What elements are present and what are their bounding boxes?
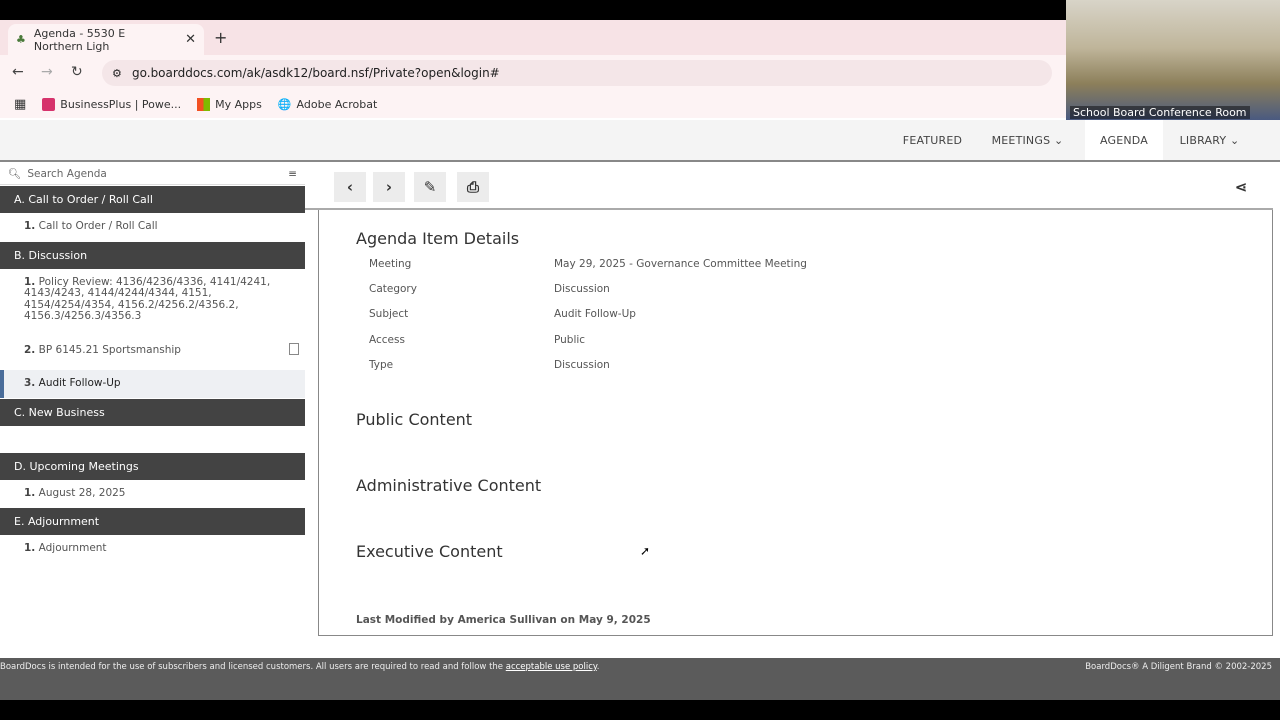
zoom-video-thumbnail: School Board Conference Room bbox=[1066, 0, 1280, 120]
item-toolbar: ‹ › ✎ ⎙ ⋖ bbox=[305, 163, 1273, 210]
detail-row-category: Category Discussion bbox=[369, 283, 610, 295]
agenda-item[interactable]: 1. Policy Review: 4136/4236/4336, 4141/4… bbox=[0, 269, 305, 337]
agenda-item[interactable]: 1. August 28, 2025 bbox=[0, 480, 305, 508]
previous-button[interactable]: ‹ bbox=[334, 172, 366, 202]
bookmark-my-apps[interactable]: My Apps bbox=[197, 97, 262, 111]
search-icon: 🔍︎ bbox=[8, 168, 22, 180]
detail-row-meeting: Meeting May 29, 2025 - Governance Committ… bbox=[369, 258, 807, 270]
nav-agenda[interactable]: AGENDA bbox=[1085, 120, 1163, 160]
section-e[interactable]: E. Adjournment bbox=[0, 508, 305, 535]
detail-row-access: Access Public bbox=[369, 334, 586, 346]
reload-icon[interactable]: ↻ bbox=[71, 64, 83, 80]
section-a[interactable]: A. Call to Order / Roll Call bbox=[0, 186, 305, 213]
printer-icon: ⎙ bbox=[466, 178, 479, 196]
print-button[interactable]: ⎙ bbox=[457, 172, 489, 202]
next-button[interactable]: › bbox=[373, 172, 405, 202]
url-text: go.boarddocs.com/ak/asdk12/board.nsf/Pri… bbox=[132, 66, 500, 80]
bookmarks-bar: ▦ BusinessPlus | Powe... My Apps 🌐 Adobe … bbox=[0, 90, 1066, 118]
section-b[interactable]: B. Discussion bbox=[0, 241, 305, 269]
bookmark-adobe-acrobat[interactable]: 🌐 Adobe Acrobat bbox=[278, 98, 377, 111]
share-button[interactable]: ⋖ bbox=[1225, 172, 1257, 202]
share-icon: ⋖ bbox=[1234, 178, 1248, 196]
businessplus-icon bbox=[42, 97, 56, 111]
back-icon[interactable]: ← bbox=[12, 64, 24, 80]
agenda-sidebar: 🔍︎ Search Agenda ≡ A. Call to Order / Ro… bbox=[0, 163, 305, 583]
document-icon[interactable] bbox=[289, 342, 299, 355]
tab-title: Agenda - 5530 E Northern Ligh bbox=[33, 26, 126, 53]
agenda-item[interactable]: 2. BP 6145.21 Sportsmanship bbox=[0, 337, 305, 371]
section-c[interactable]: C. New Business bbox=[0, 398, 305, 426]
public-content-heading: Public Content bbox=[356, 410, 473, 429]
search-agenda-input[interactable]: 🔍︎ Search Agenda ≡ bbox=[0, 163, 305, 185]
new-tab-button[interactable]: + bbox=[214, 28, 227, 47]
pencil-icon: ✎ bbox=[423, 178, 437, 196]
administrative-content-heading: Administrative Content bbox=[356, 476, 542, 495]
bookmark-businessplus[interactable]: BusinessPlus | Powe... bbox=[42, 97, 181, 111]
menu-icon[interactable]: ≡ bbox=[288, 168, 297, 180]
detail-row-subject: Subject Audit Follow-Up bbox=[369, 308, 636, 320]
apps-grid-icon[interactable]: ▦ bbox=[14, 97, 26, 112]
detail-row-type: Type Discussion bbox=[369, 359, 610, 371]
site-settings-icon[interactable]: ⚙ bbox=[112, 67, 122, 80]
chevron-right-icon: › bbox=[385, 178, 393, 196]
acceptable-use-policy-link[interactable]: acceptable use policy bbox=[506, 662, 597, 672]
forward-icon[interactable]: → bbox=[41, 64, 53, 80]
details-title: Agenda Item Details bbox=[356, 229, 520, 248]
top-navigation: FEATURED MEETINGS ⌄ AGENDA LIBRARY ⌄ bbox=[0, 120, 1280, 162]
agenda-item[interactable]: 1. Call to Order / Roll Call bbox=[0, 213, 305, 241]
nav-featured[interactable]: FEATURED bbox=[895, 120, 970, 160]
chevron-down-icon: ⌄ bbox=[1053, 133, 1064, 147]
footer-text: BoardDocs is intended for the use of sub… bbox=[0, 662, 504, 672]
mouse-cursor-icon: ➚ bbox=[640, 544, 651, 558]
microsoft-icon bbox=[197, 97, 211, 111]
address-bar[interactable]: ⚙ go.boarddocs.com/ak/asdk12/board.nsf/P… bbox=[102, 60, 1052, 86]
nav-library[interactable]: LIBRARY ⌄ bbox=[1172, 120, 1247, 160]
nav-meetings[interactable]: MEETINGS ⌄ bbox=[985, 120, 1070, 160]
footer: BoardDocs is intended for the use of sub… bbox=[0, 658, 1280, 700]
agenda-item-selected[interactable]: 3. Audit Follow-Up bbox=[0, 370, 305, 398]
globe-icon: 🌐 bbox=[277, 97, 292, 111]
chevron-down-icon: ⌄ bbox=[1229, 133, 1240, 147]
screen-bottom-bar bbox=[0, 700, 1280, 720]
executive-content-heading: Executive Content bbox=[356, 542, 503, 561]
agenda-item-details: Agenda Item Details Meeting May 29, 2025 … bbox=[318, 210, 1273, 636]
video-caption: School Board Conference Room bbox=[1070, 106, 1250, 119]
edit-button[interactable]: ✎ bbox=[414, 172, 446, 202]
tree-favicon-icon: ♣ bbox=[16, 33, 26, 46]
footer-copyright: BoardDocs® A Diligent Brand © 2002-2025 bbox=[1085, 662, 1272, 672]
last-modified: Last Modified by America Sullivan on May… bbox=[356, 614, 651, 626]
close-tab-icon[interactable]: ✕ bbox=[185, 32, 196, 47]
browser-tab[interactable]: ♣ Agenda - 5530 E Northern Ligh ✕ bbox=[8, 24, 204, 55]
agenda-item[interactable]: 1. Adjournment bbox=[0, 535, 305, 563]
section-d[interactable]: D. Upcoming Meetings bbox=[0, 452, 305, 480]
chevron-left-icon: ‹ bbox=[346, 178, 354, 196]
